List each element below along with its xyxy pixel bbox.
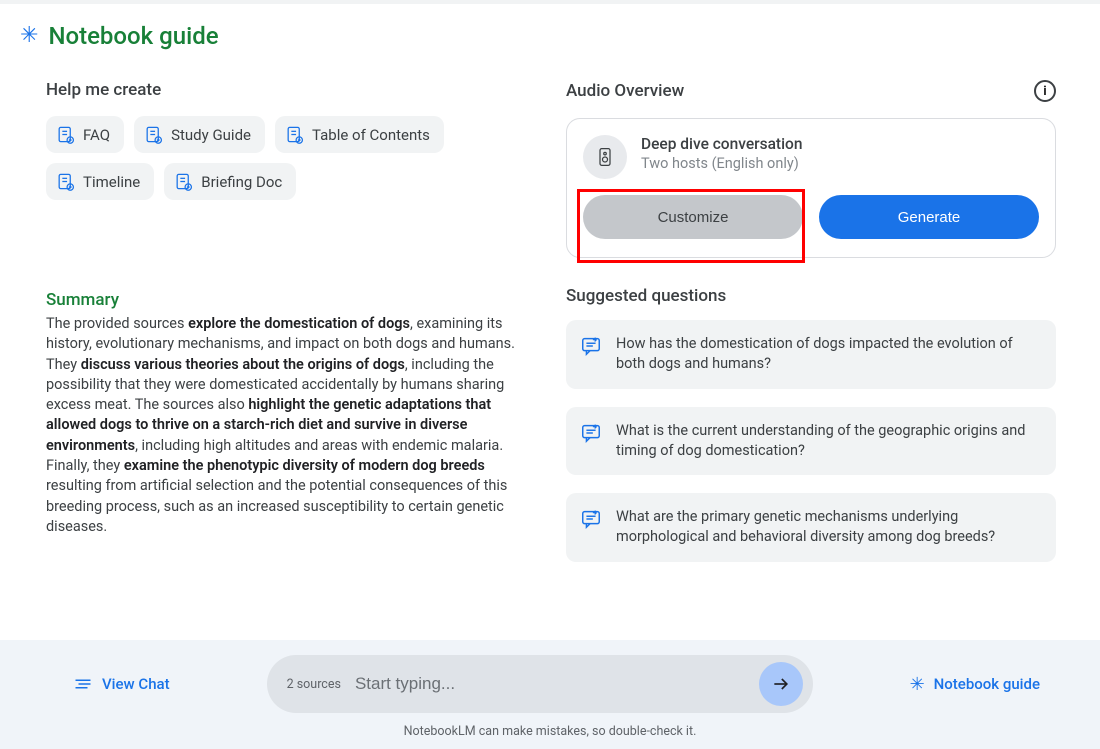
disclaimer-text: NotebookLM can make mistakes, so double-… [0,724,1100,739]
summary-text: resulting from artificial selection and … [46,477,507,535]
chat-lines-icon [74,677,92,691]
help-create-title: Help me create [46,80,526,100]
app-asterisk-icon: ✳ [20,25,38,47]
chip-label: Timeline [83,173,140,191]
doc-plus-icon [174,172,193,191]
customize-button[interactable]: Customize [583,195,803,239]
doc-plus-icon [144,125,163,144]
deep-dive-title: Deep dive conversation [641,135,802,153]
summary-text: The provided sources [46,315,188,332]
suggested-questions-title: Suggested questions [566,286,1056,306]
footer-bar: View Chat 2 sources ✳ Notebook guide Not… [0,640,1100,749]
suggested-question-3[interactable]: What are the primary genetic mechanisms … [566,493,1056,562]
asterisk-icon: ✳ [910,674,925,695]
question-text: How has the domestication of dogs impact… [616,334,1040,375]
question-text: What are the primary genetic mechanisms … [616,507,1040,548]
sources-count[interactable]: 2 sources [287,677,341,692]
help-create-chips: FAQ Study Guide Table of Contents Timeli… [46,116,526,200]
doc-plus-icon [56,125,75,144]
chip-label: Table of Contents [312,126,430,144]
chip-label: Study Guide [171,126,251,144]
chat-arrow-icon [580,335,602,357]
guide-link-label: Notebook guide [934,675,1040,693]
send-button[interactable] [759,662,803,706]
summary-body: The provided sources explore the domesti… [46,314,526,537]
chip-toc[interactable]: Table of Contents [275,116,444,153]
chip-label: FAQ [83,126,110,144]
doc-plus-icon [285,125,304,144]
chat-input-pill: 2 sources [267,655,813,713]
view-chat-button[interactable]: View Chat [74,675,170,693]
deep-dive-subtitle: Two hosts (English only) [641,155,802,172]
chip-label: Briefing Doc [201,173,282,191]
chat-arrow-icon [580,508,602,530]
summary-bold: discuss various theories about the origi… [81,356,405,373]
arrow-right-icon [771,674,791,694]
notebook-guide-link[interactable]: ✳ Notebook guide [910,674,1040,695]
info-icon[interactable]: i [1034,80,1056,102]
chat-input[interactable] [355,674,745,694]
audio-card: Deep dive conversation Two hosts (Englis… [566,118,1056,258]
suggested-question-1[interactable]: How has the domestication of dogs impact… [566,320,1056,389]
summary-bold: explore the domestication of dogs [188,315,410,332]
doc-plus-icon [56,172,75,191]
chat-arrow-icon [580,422,602,444]
view-chat-label: View Chat [102,675,170,693]
chip-timeline[interactable]: Timeline [46,163,154,200]
speaker-icon-bubble [583,135,627,179]
suggested-question-2[interactable]: What is the current understanding of the… [566,407,1056,476]
generate-button[interactable]: Generate [819,195,1039,239]
summary-bold: examine the phenotypic diversity of mode… [124,457,485,474]
audio-overview-title: Audio Overview [566,81,684,101]
page-title: Notebook guide [48,22,218,50]
speaker-icon [595,146,615,168]
chip-faq[interactable]: FAQ [46,116,124,153]
chip-study-guide[interactable]: Study Guide [134,116,265,153]
summary-title: Summary [46,290,526,310]
question-text: What is the current understanding of the… [616,421,1040,462]
page-header: ✳ Notebook guide [0,4,1100,60]
chip-briefing-doc[interactable]: Briefing Doc [164,163,296,200]
